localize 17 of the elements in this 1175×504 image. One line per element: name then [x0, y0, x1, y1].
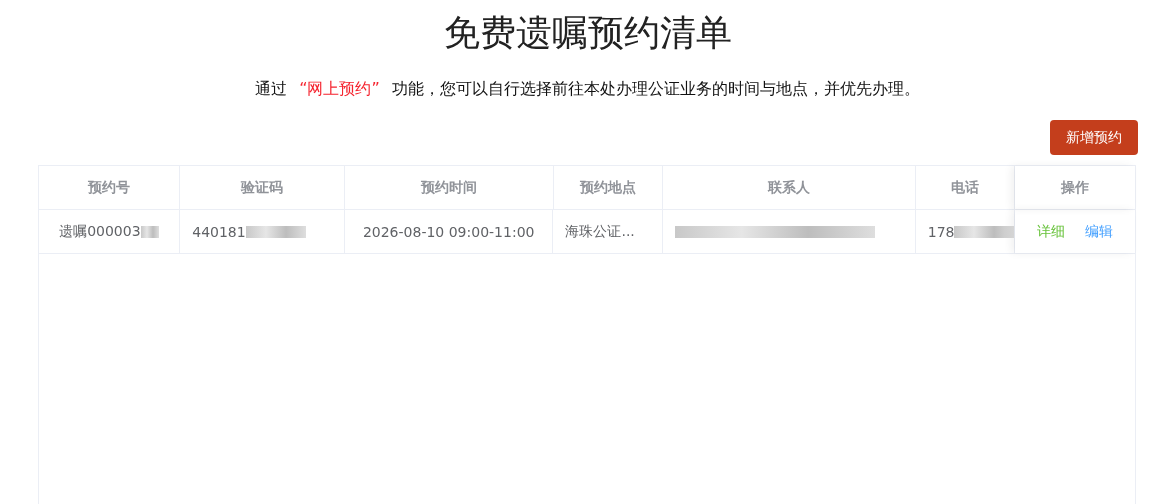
- column-header: 预约时间: [344, 166, 554, 209]
- intro-text: 通过 “网上预约” 功能，您可以自行选择前往本处办理公证业务的时间与地点，并优先办理。: [255, 78, 920, 100]
- table-cell: 2026-08-10 09:00-11:00: [362, 223, 535, 240]
- add-appointment-button[interactable]: 新增预约: [1049, 120, 1138, 155]
- column-header: 验证码: [180, 166, 345, 209]
- column-header: 预约地点: [553, 166, 664, 209]
- column-header: 操作: [1014, 166, 1135, 209]
- table-cell: 440181: [192, 223, 246, 240]
- table-cell: 178: [927, 223, 955, 240]
- page-title: 免费遗嘱预约清单: [443, 11, 732, 55]
- edit-link[interactable]: 编辑: [1084, 222, 1113, 241]
- table-cell: 海珠公证...: [565, 222, 635, 241]
- table-cell: 遗嘱000003: [59, 222, 141, 241]
- column-header: 预约号: [38, 166, 181, 209]
- detail-link[interactable]: 详细: [1036, 222, 1065, 241]
- column-header: 联系人: [663, 166, 916, 209]
- column-header: 电话: [915, 166, 1015, 209]
